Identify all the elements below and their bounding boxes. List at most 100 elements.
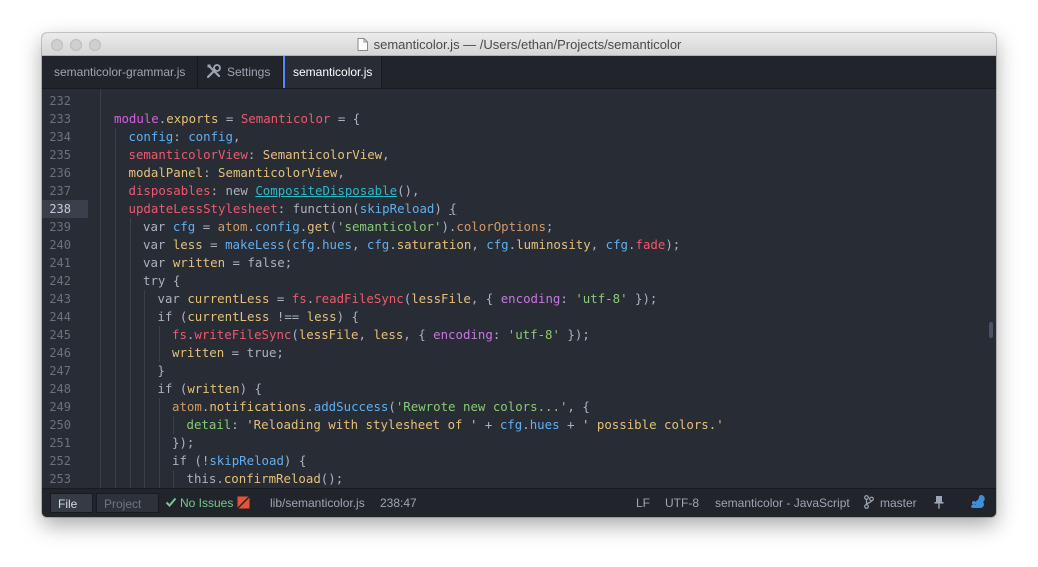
git-branch[interactable]: master — [864, 489, 917, 517]
code-line[interactable]: modalPanel: SemanticolorView, — [42, 164, 996, 182]
code-token: . — [216, 471, 224, 486]
code-line[interactable]: atom.notifications.addSuccess('Rewrote n… — [42, 398, 996, 416]
code-token: 'utf-8' — [575, 291, 628, 306]
line-ending-selector[interactable]: LF — [636, 489, 650, 517]
code-token: ( — [329, 219, 338, 234]
code-token: cfg — [292, 237, 315, 252]
code-token: var — [157, 291, 188, 306]
code-line[interactable]: var cfg = atom.config.get('semanticolor'… — [42, 218, 996, 236]
code-token: var — [143, 219, 173, 234]
code-token: less — [172, 237, 203, 252]
code-token: luminosity — [516, 237, 591, 252]
code-token: + — [559, 417, 582, 432]
project-label: Project — [104, 497, 142, 511]
scrollbar-thumb[interactable] — [989, 322, 993, 338]
code-token: = — [218, 111, 241, 126]
code-token: = false; — [225, 255, 293, 270]
feedback-button[interactable] — [970, 489, 986, 517]
code-line[interactable] — [42, 92, 996, 110]
code-editor[interactable]: 232 233 234 235 236 237 238 239 240 241 242 243 244 2… — [42, 89, 996, 488]
code-token: skipReload — [209, 453, 284, 468]
code-line[interactable]: } — [42, 362, 996, 380]
code-token: encoding — [500, 291, 561, 306]
tab-label: Settings — [227, 65, 271, 79]
code-token: }); — [172, 435, 195, 450]
check-icon — [165, 497, 177, 507]
code-line[interactable]: module.exports = Semanticolor = { — [42, 110, 996, 128]
pin-icon — [934, 496, 944, 509]
code-line[interactable]: updateLessStylesheet: function(skipReloa… — [42, 200, 996, 218]
grammar-selector[interactable]: semanticolor - JavaScript — [715, 489, 850, 517]
code-line-text: module.exports = Semanticolor = { — [114, 110, 360, 128]
code-line[interactable]: this.confirmReload(); — [42, 470, 996, 488]
code-line-text: updateLessStylesheet: function(skipReloa… — [129, 200, 457, 218]
code-token: fs — [172, 327, 187, 342]
tab-semanticolor-grammar[interactable]: semanticolor-grammar.js — [42, 56, 197, 88]
code-line[interactable]: semanticolorView: SemanticolorView, — [42, 146, 996, 164]
code-token: ( — [291, 327, 299, 342]
code-token: 'semanticolor' — [337, 219, 442, 234]
code-line[interactable]: var less = makeLess(cfg.hues, cfg.satura… — [42, 236, 996, 254]
code-line[interactable]: config: config, — [42, 128, 996, 146]
code-line[interactable]: fs.writeFileSync(lessFile, less, { encod… — [42, 326, 996, 344]
code-token: confirmReload — [223, 471, 321, 486]
code-token: : — [492, 327, 508, 342]
code-token: skipReload — [359, 201, 435, 216]
code-token: detail — [186, 417, 232, 432]
code-line[interactable]: disposables: new CompositeDisposable(), — [42, 182, 996, 200]
code-token: this — [186, 471, 217, 486]
code-line-text: if (!skipReload) { — [172, 452, 306, 470]
code-token: SemanticolorView — [262, 147, 383, 162]
linter-status[interactable]: No Issues — [165, 489, 233, 517]
code-line[interactable]: if (!skipReload) { — [42, 452, 996, 470]
code-token: config — [128, 129, 174, 144]
code-line[interactable]: var written = false; — [42, 254, 996, 272]
project-issues-button[interactable]: Project 0 — [96, 493, 159, 513]
code-token: = — [269, 291, 292, 306]
pin-button[interactable] — [934, 489, 944, 517]
code-token: = — [195, 219, 218, 234]
code-line-text: fs.writeFileSync(lessFile, less, { encod… — [172, 326, 590, 344]
code-token: ( — [388, 399, 396, 414]
code-token: lessFile — [298, 327, 359, 342]
window-title: semanticolor.js — /Users/ethan/Projects/… — [42, 33, 996, 56]
code-line-text: }); — [172, 434, 194, 452]
tab-settings[interactable]: Settings — [198, 56, 282, 88]
code-token: var — [143, 255, 173, 270]
code-token: : function( — [277, 201, 360, 216]
code-line[interactable]: try { — [42, 272, 996, 290]
code-token: cfg — [605, 237, 629, 252]
code-line[interactable]: }); — [42, 434, 996, 452]
code-token: (), — [397, 183, 420, 198]
code-line[interactable]: if (written) { — [42, 380, 996, 398]
code-token: written — [187, 381, 240, 396]
code-token: ) — [434, 201, 450, 216]
encoding-selector[interactable]: UTF-8 — [665, 489, 699, 517]
code-area[interactable]: module.exports = Semanticolor = {config:… — [42, 89, 996, 488]
code-token: module — [114, 111, 159, 126]
code-token: + — [477, 417, 500, 432]
code-line[interactable]: detail: 'Reloading with stylesheet of ' … — [42, 416, 996, 434]
code-line-text: atom.notifications.addSuccess('Rewrote n… — [172, 398, 590, 416]
code-token: fade — [635, 237, 666, 252]
code-line-text: config: config, — [129, 128, 241, 146]
code-token: , — [382, 147, 390, 162]
cursor-position[interactable]: 238:47 — [380, 489, 417, 517]
code-token: get — [307, 219, 330, 234]
code-line[interactable]: if (currentLess !== less) { — [42, 308, 996, 326]
code-token: }); — [559, 327, 590, 342]
error-badge[interactable] — [237, 489, 250, 517]
file-issues-button[interactable]: File 0 — [50, 493, 93, 513]
code-line[interactable]: var currentLess = fs.readFileSync(lessFi… — [42, 290, 996, 308]
code-token: } — [157, 363, 165, 378]
code-token: = — [202, 237, 226, 252]
code-token: !== — [269, 309, 307, 324]
file-path[interactable]: lib/semanticolor.js — [270, 489, 365, 517]
code-line[interactable]: written = true; — [42, 344, 996, 362]
tab-semanticolor-js[interactable]: semanticolor.js — [283, 56, 381, 88]
squirrel-icon — [971, 495, 985, 508]
code-token: config — [254, 219, 300, 234]
code-token: : — [560, 291, 576, 306]
code-token: makeLess — [225, 237, 285, 252]
code-token: ) { — [239, 381, 262, 396]
